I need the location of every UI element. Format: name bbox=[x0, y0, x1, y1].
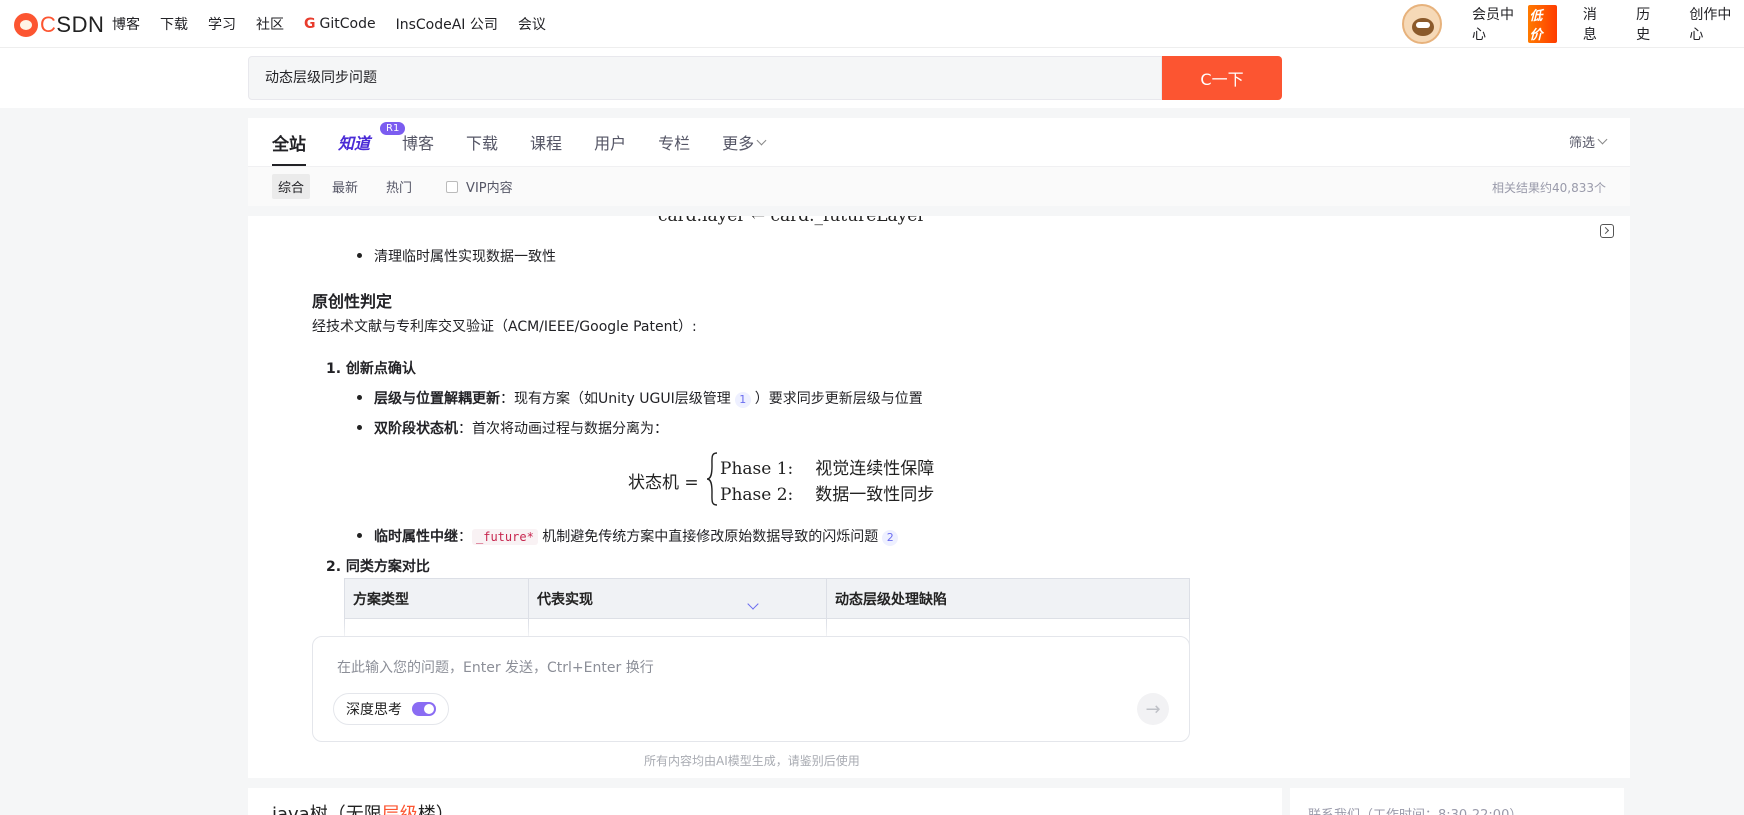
nav-creator-center[interactable]: 创作中心 bbox=[1689, 4, 1744, 44]
toggle-switch[interactable] bbox=[412, 702, 436, 716]
bullet-two-phase: 双阶段状态机：首次将动画过程与数据分离为： bbox=[357, 418, 668, 438]
section-intro: 经技术文献与专利库交叉验证（ACM/IEEE/Google Patent）: bbox=[312, 319, 697, 335]
vip-price-badge: 低价 bbox=[1527, 5, 1557, 43]
expand-chevron-icon[interactable] bbox=[746, 600, 760, 614]
section-title: 原创性判定 bbox=[312, 292, 393, 311]
state-machine-formula: 状态机 = Phase 1: 视觉连续性保障 Phase 2: 数据一致性同步 bbox=[628, 452, 968, 506]
contact-text: 联系我们（工作时间：8:30-22:00） bbox=[1308, 804, 1522, 815]
nav-vip-center[interactable]: 会员中心 低价 bbox=[1472, 4, 1557, 44]
bullet-temp-relay: 临时属性中继： _future* 机制避免传统方案中直接修改原始数据导致的闪烁问题… bbox=[356, 526, 902, 546]
zhidao-logo: 知道 bbox=[338, 134, 371, 153]
chevron-down-icon bbox=[756, 135, 767, 145]
ai-answer-panel: card.layer ← card._futureLayer 清理临时属性实现数… bbox=[248, 216, 1630, 778]
nav-download[interactable]: 下载 bbox=[160, 14, 188, 34]
nav-community[interactable]: 社区 bbox=[256, 14, 284, 34]
filter-dropdown[interactable]: 筛选 bbox=[1569, 132, 1608, 151]
top-navbar: CSDN 博客 下载 学习 社区 G GitCode InsCodeAI 公司 会… bbox=[0, 0, 1744, 48]
ai-disclaimer: 所有内容均由AI模型生成，请鉴别后使用 bbox=[644, 754, 860, 768]
numbered-item-1: 1. 创新点确认 bbox=[326, 361, 416, 377]
tab-blog[interactable]: 博客 bbox=[402, 118, 434, 166]
bullet-cleanup: 清理临时属性实现数据一致性 bbox=[357, 246, 556, 266]
vip-content-filter[interactable]: VIP内容 bbox=[446, 177, 513, 196]
tab-zhidao[interactable]: 知道 R1 bbox=[338, 118, 406, 166]
tab-all[interactable]: 全站 bbox=[272, 118, 306, 166]
left-brace bbox=[706, 452, 718, 506]
tab-column[interactable]: 专栏 bbox=[658, 118, 690, 166]
main-nav: 博客 下载 学习 社区 G GitCode InsCodeAI 公司 会议 bbox=[112, 0, 566, 48]
numbered-item-2: 2. 同类方案对比 bbox=[326, 559, 430, 575]
question-input[interactable]: 在此输入您的问题，Enter 发送，Ctrl+Enter 换行 bbox=[337, 657, 654, 677]
citation-badge[interactable]: 2 bbox=[882, 530, 899, 546]
deep-think-toggle[interactable]: 深度思考 bbox=[333, 693, 449, 725]
result-count: 相关结果约40,833个 bbox=[1492, 181, 1606, 195]
tab-more[interactable]: 更多 bbox=[722, 118, 767, 166]
user-avatar[interactable] bbox=[1402, 4, 1442, 44]
bullet-decoupled-update: 层级与位置解耦更新：现有方案（如Unity UGUI层级管理 1 ）要求同步更新层级… bbox=[357, 388, 923, 408]
contact-card: 联系我们（工作时间：8:30-22:00） bbox=[1290, 788, 1624, 815]
send-button[interactable]: → bbox=[1137, 693, 1169, 725]
tab-course[interactable]: 课程 bbox=[530, 118, 562, 166]
csdn-mascot-icon bbox=[14, 13, 38, 37]
search-result-card[interactable]: java树（无限层级楼） bbox=[248, 788, 1282, 815]
nav-learn[interactable]: 学习 bbox=[208, 14, 236, 34]
table-header: 代表实现 bbox=[528, 578, 827, 619]
phase-1-row: Phase 1: 视觉连续性保障 bbox=[720, 459, 935, 479]
inline-code: _future* bbox=[472, 529, 538, 545]
chevron-down-icon bbox=[1597, 134, 1608, 145]
table-header: 方案类型 bbox=[344, 578, 529, 619]
search-input[interactable]: 动态层级同步问题 bbox=[248, 56, 1162, 100]
search-button[interactable]: C一下 bbox=[1162, 56, 1282, 100]
search-tabs-panel: 全站 知道 R1 博客 下载 课程 用户 专栏 更多 筛选 综合 最新 热门 V… bbox=[248, 118, 1630, 206]
sort-hot[interactable]: 热门 bbox=[380, 174, 418, 199]
sort-tabs: 综合 最新 热门 VIP内容 相关结果约40,833个 bbox=[248, 166, 1630, 206]
csdn-logo[interactable]: CSDN bbox=[14, 12, 104, 38]
phase-2-row: Phase 2: 数据一致性同步 bbox=[720, 485, 935, 505]
tab-download[interactable]: 下载 bbox=[466, 118, 498, 166]
nav-history[interactable]: 历史 bbox=[1636, 4, 1663, 44]
nav-messages[interactable]: 消息 bbox=[1583, 4, 1610, 44]
sort-comprehensive[interactable]: 综合 bbox=[272, 174, 311, 199]
arrow-right-icon: → bbox=[1145, 698, 1161, 720]
nav-inscode[interactable]: InsCodeAI 公司 bbox=[396, 14, 498, 34]
vip-checkbox[interactable] bbox=[446, 180, 459, 193]
result-title[interactable]: java树（无限层级楼） bbox=[272, 800, 454, 815]
user-nav: 会员中心 低价 消息 历史 创作中心 bbox=[1472, 0, 1744, 48]
ai-question-composer: 在此输入您的问题，Enter 发送，Ctrl+Enter 换行 深度思考 → bbox=[312, 636, 1190, 742]
collapse-panel-icon[interactable] bbox=[1600, 224, 1614, 238]
table-header: 动态层级处理缺陷 bbox=[826, 578, 1190, 619]
nav-gitcode[interactable]: G GitCode bbox=[304, 16, 376, 32]
formula-assignment: card.layer ← card._futureLayer bbox=[658, 216, 926, 226]
nav-blog[interactable]: 博客 bbox=[112, 14, 140, 34]
citation-badge[interactable]: 1 bbox=[734, 392, 751, 408]
category-tabs: 全站 知道 R1 博客 下载 课程 用户 专栏 更多 bbox=[272, 118, 797, 166]
search-band: 动态层级同步问题 C一下 bbox=[0, 48, 1744, 108]
nav-meeting[interactable]: 会议 bbox=[518, 14, 546, 34]
tab-user[interactable]: 用户 bbox=[594, 118, 626, 166]
gitcode-icon: G bbox=[304, 16, 316, 32]
sort-latest[interactable]: 最新 bbox=[326, 174, 364, 199]
